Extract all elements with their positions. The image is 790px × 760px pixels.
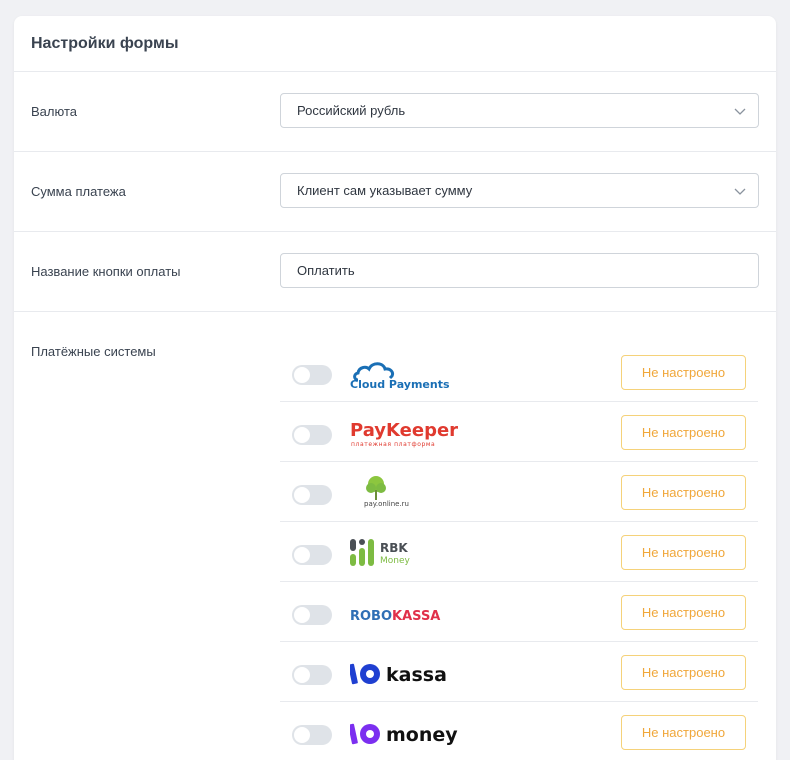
list-item: RBK Money Не настроено bbox=[280, 522, 758, 582]
yookassa-toggle[interactable] bbox=[292, 665, 332, 685]
not-configured-button[interactable]: Не настроено bbox=[621, 595, 746, 630]
button-name-row: Название кнопки оплаты Оплатить bbox=[14, 232, 776, 312]
list-item: kassa Не настроено bbox=[280, 642, 758, 702]
payment-systems-label: Платёжные системы bbox=[31, 344, 156, 359]
payonline-logo: pay.online.ru bbox=[364, 476, 409, 508]
svg-text:kassa: kassa bbox=[386, 664, 447, 686]
list-item: pay.online.ru Не настроено bbox=[280, 462, 758, 522]
list-item: ROBOKASSA Не настроено bbox=[280, 582, 758, 642]
svg-text:платежная платформа: платежная платформа bbox=[351, 441, 435, 448]
list-item: PayKeeper платежная платформа Не настрое… bbox=[280, 402, 758, 462]
svg-text:Money: Money bbox=[380, 556, 411, 566]
button-name-input[interactable]: Оплатить bbox=[280, 253, 759, 288]
not-configured-button[interactable]: Не настроено bbox=[621, 355, 746, 390]
button-name-label: Название кнопки оплаты bbox=[31, 264, 181, 279]
svg-text:ROBOKASSA: ROBOKASSA bbox=[350, 609, 440, 624]
amount-row: Сумма платежа Клиент сам указывает сумму bbox=[14, 152, 776, 232]
chevron-down-icon bbox=[734, 108, 746, 115]
not-configured-button[interactable]: Не настроено bbox=[621, 655, 746, 690]
currency-select[interactable]: Российский рубль bbox=[280, 93, 759, 128]
paykeeper-logo: PayKeeper платежная платформа bbox=[350, 420, 458, 448]
amount-value: Клиент сам указывает сумму bbox=[297, 183, 473, 198]
list-item: Cloud Payments Не настроено bbox=[280, 342, 758, 402]
form-settings-card: Настройки формы Валюта Российский рубль … bbox=[14, 16, 776, 760]
list-item: money Не настроено bbox=[280, 702, 758, 760]
chevron-down-icon bbox=[734, 188, 746, 195]
currency-label: Валюта bbox=[31, 104, 77, 119]
cloudpayments-logo: Cloud Payments bbox=[350, 362, 450, 391]
robokassa-toggle[interactable] bbox=[292, 605, 332, 625]
yoomoney-toggle[interactable] bbox=[292, 725, 332, 745]
paykeeper-toggle[interactable] bbox=[292, 425, 332, 445]
svg-text:PayKeeper: PayKeeper bbox=[350, 420, 458, 441]
payment-systems-list: Cloud Payments Не настроено PayKeeper пл… bbox=[280, 342, 758, 760]
currency-row: Валюта Российский рубль bbox=[14, 72, 776, 152]
not-configured-button[interactable]: Не настроено bbox=[621, 535, 746, 570]
svg-text:pay.online.ru: pay.online.ru bbox=[364, 500, 409, 508]
not-configured-button[interactable]: Не настроено bbox=[621, 475, 746, 510]
not-configured-button[interactable]: Не настроено bbox=[621, 715, 746, 750]
rbkmoney-toggle[interactable] bbox=[292, 545, 332, 565]
svg-text:money: money bbox=[386, 724, 458, 746]
payonline-toggle[interactable] bbox=[292, 485, 332, 505]
not-configured-button[interactable]: Не настроено bbox=[621, 415, 746, 450]
svg-text:RBK: RBK bbox=[380, 541, 408, 555]
cloudpayments-toggle[interactable] bbox=[292, 365, 332, 385]
robokassa-logo: ROBOKASSA bbox=[350, 609, 440, 624]
yookassa-logo: kassa bbox=[350, 663, 447, 686]
page-title: Настройки формы bbox=[31, 34, 179, 52]
yoomoney-logo: money bbox=[350, 723, 458, 746]
svg-text:Cloud Payments: Cloud Payments bbox=[350, 378, 450, 391]
card-header: Настройки формы bbox=[14, 16, 776, 72]
button-name-value: Оплатить bbox=[297, 263, 355, 278]
amount-label: Сумма платежа bbox=[31, 184, 126, 199]
currency-value: Российский рубль bbox=[297, 103, 406, 118]
rbkmoney-logo: RBK Money bbox=[350, 539, 411, 566]
amount-select[interactable]: Клиент сам указывает сумму bbox=[280, 173, 759, 208]
